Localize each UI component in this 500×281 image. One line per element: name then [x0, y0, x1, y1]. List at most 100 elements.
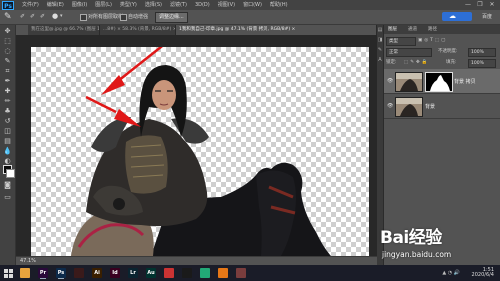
eye-icon[interactable]: 👁: [387, 103, 393, 109]
system-tray-icons[interactable]: ▲ ◔ 🔊: [442, 270, 460, 276]
marquee-tool-icon[interactable]: ⬚: [2, 37, 13, 46]
blur-tool-icon[interactable]: 💧: [2, 147, 13, 156]
quick-mask-icon[interactable]: ◙: [2, 181, 13, 190]
lock-icons[interactable]: ⬚✎✥🔒: [404, 59, 429, 67]
layer-kind-select[interactable]: 类型: [386, 37, 416, 46]
tools-panel: ✥ ⬚ ◌ ✎ ⌗ ✒ ✚ ✏ ♣ ↺ ◫ ▤ 💧 ◐ ◙ ▭: [0, 25, 16, 265]
baidu-label: 百度: [481, 14, 492, 20]
refine-edge-button[interactable]: 调整边缘...: [155, 12, 188, 23]
menu-items: 文件(F) 编辑(E) 图像(I) 图层(L) 类型(Y) 选择(S) 滤镜(T) 3D(D)…: [18, 0, 292, 10]
brush-size-icon[interactable]: ●: [52, 12, 58, 20]
game-icon[interactable]: [236, 268, 246, 278]
close-button[interactable]: ✕: [486, 0, 498, 10]
minimize-button[interactable]: —: [462, 0, 474, 10]
add-to-selection-icon[interactable]: ✐: [30, 13, 35, 20]
menu-item[interactable]: 选择(S): [141, 0, 166, 10]
document-tab-bar: 我在这里@.jpg @ 66.7% (图层 1, RGB/8#) × ...8#…: [28, 25, 377, 35]
photoshop-logo: Ps: [2, 0, 14, 10]
eye-icon[interactable]: 👁: [387, 78, 393, 84]
background-color-swatch[interactable]: [6, 169, 15, 178]
menu-item[interactable]: 滤镜(T): [166, 0, 191, 10]
gradient-tool-icon[interactable]: ▤: [2, 137, 13, 146]
cutout-image: [71, 47, 331, 256]
baidu-cloud-button[interactable]: [442, 12, 472, 21]
tab-paths[interactable]: 路径: [428, 25, 437, 34]
layer-name[interactable]: 背景 拷贝: [454, 78, 476, 85]
browser-icon[interactable]: [164, 268, 174, 278]
layer-row[interactable]: 👁 背景: [384, 94, 500, 119]
lightroom-icon[interactable]: Lr: [128, 268, 138, 278]
maximize-button[interactable]: ❐: [474, 0, 486, 10]
baidu-watermark: Bai经验 jingyan.baidu.com: [380, 223, 495, 265]
clock-date: 2020/6/4: [471, 272, 494, 278]
tab-channels[interactable]: 通道: [408, 25, 417, 34]
document-tab[interactable]: 我在这里@.jpg @ 66.7% (图层 1, RGB/8#) ×: [28, 25, 100, 35]
folder-icon[interactable]: [20, 268, 30, 278]
quick-select-tool-icon[interactable]: ✎: [2, 57, 13, 66]
sample-all-layers-checkbox[interactable]: [80, 14, 87, 21]
premiere-icon[interactable]: Pr: [38, 268, 48, 278]
blend-mode-select[interactable]: 正常: [386, 48, 432, 57]
auto-enhance-checkbox[interactable]: [120, 14, 127, 21]
illustrator-icon[interactable]: Ai: [92, 268, 102, 278]
menu-item[interactable]: 图层(L): [91, 0, 116, 10]
layer-mask-thumbnail[interactable]: [425, 72, 453, 92]
canvas-area[interactable]: [16, 35, 377, 256]
layer-thumbnail: [395, 72, 423, 92]
qq-icon[interactable]: [182, 268, 192, 278]
indesign-icon[interactable]: Id: [110, 268, 120, 278]
menu-item[interactable]: 帮助(H): [266, 0, 292, 10]
media-icon[interactable]: [74, 268, 84, 278]
menu-item[interactable]: 编辑(E): [43, 0, 68, 10]
crop-tool-icon[interactable]: ⌗: [2, 67, 13, 76]
taskbar: Pr Ps Ai Id Lr Au ▲ ◔ 🔊 1:51 2020/6/4: [0, 265, 500, 281]
baidu-jingyan-logo: Bai经验: [380, 228, 442, 248]
chevron-down-icon[interactable]: ▾: [60, 13, 63, 19]
fill-label: 填充:: [446, 60, 457, 65]
menu-item[interactable]: 类型(Y): [116, 0, 141, 10]
photoshop-icon[interactable]: Ps: [56, 268, 66, 278]
history-brush-tool-icon[interactable]: ↺: [2, 117, 13, 126]
cloud-icon: ☁: [449, 12, 456, 20]
layer-thumbnail: [395, 97, 423, 117]
menu-bar: Ps 文件(F) 编辑(E) 图像(I) 图层(L) 类型(Y) 选择(S) 滤镜(T) 3D…: [0, 0, 500, 10]
new-selection-icon[interactable]: ✐: [20, 13, 25, 20]
auto-enhance-label: 自动增强: [128, 14, 149, 20]
tab-layers[interactable]: 图层: [388, 25, 397, 34]
screen-mode-icon[interactable]: ▭: [2, 193, 13, 202]
menu-item[interactable]: 视图(V): [214, 0, 239, 10]
clock[interactable]: 1:51 2020/6/4: [472, 268, 494, 278]
eyedropper-tool-icon[interactable]: ✒: [2, 77, 13, 86]
healing-brush-tool-icon[interactable]: ✚: [2, 87, 13, 96]
subtract-selection-icon[interactable]: ✐: [40, 13, 45, 20]
lock-label: 锁定:: [386, 60, 397, 65]
document-canvas[interactable]: [31, 47, 369, 256]
opacity-input[interactable]: 100%: [468, 48, 496, 57]
opacity-label: 不透明度:: [438, 49, 458, 54]
chrome-icon[interactable]: [200, 268, 210, 278]
fill-input[interactable]: 100%: [468, 59, 496, 68]
audition-icon[interactable]: Au: [146, 268, 156, 278]
menu-item[interactable]: 窗口(W): [239, 0, 266, 10]
document-tab-active[interactable]: 1我和我自己-印章.jpg @ 47.1% (背景 拷贝, RGB/8#) ×: [176, 25, 377, 35]
layer-row[interactable]: 👁 背景 拷贝: [384, 69, 500, 94]
layer-name[interactable]: 背景: [425, 103, 435, 110]
quick-selection-tool-icon[interactable]: ✎: [4, 12, 14, 22]
firefox-icon[interactable]: [218, 268, 228, 278]
lasso-tool-icon[interactable]: ◌: [2, 47, 13, 56]
layers-panel-tabs: 图层 通道 路径: [384, 25, 500, 34]
eraser-tool-icon[interactable]: ◫: [2, 127, 13, 136]
taskbar-apps: Pr Ps Ai Id Lr Au: [16, 268, 250, 278]
layer-filter-row: 类型 ▣◎T⬚▢: [386, 37, 499, 46]
options-bar: ✎ ✐ ✐ ✐ ● ▾ 对所有图层取样 自动增强 调整边缘... ☁ 百度: [0, 10, 500, 25]
menu-item[interactable]: 3D(D): [191, 0, 214, 10]
zoom-level[interactable]: 47.1%: [20, 258, 36, 264]
brush-tool-icon[interactable]: ✏: [2, 97, 13, 106]
move-tool-icon[interactable]: ✥: [2, 27, 13, 36]
menu-item[interactable]: 文件(F): [18, 0, 43, 10]
windows-start-icon[interactable]: [0, 265, 16, 281]
clone-stamp-tool-icon[interactable]: ♣: [2, 107, 13, 116]
document-tab[interactable]: ...8#) × 58.3% (背景, RGB/8#) ×: [100, 25, 176, 35]
filter-icons[interactable]: ▣◎T⬚▢: [418, 37, 447, 45]
menu-item[interactable]: 图像(I): [68, 0, 91, 10]
